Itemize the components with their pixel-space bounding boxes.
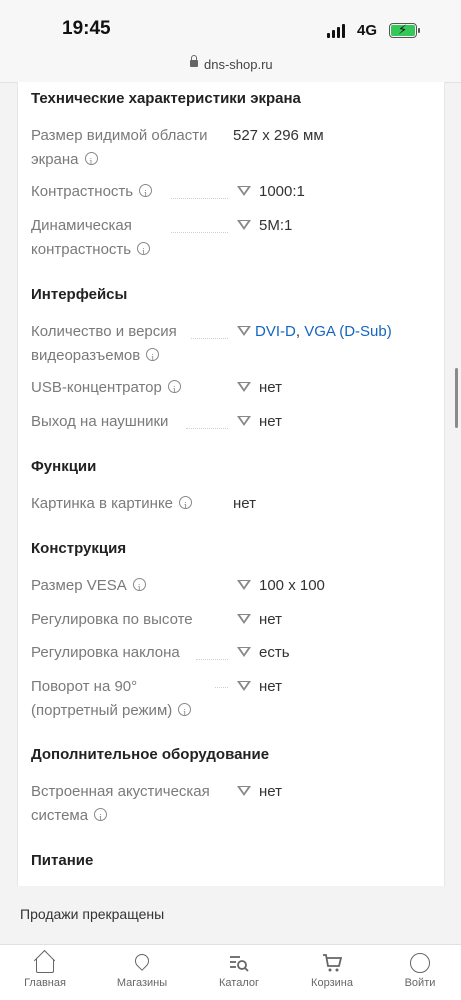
info-icon[interactable]	[178, 702, 192, 723]
battery-cap	[418, 28, 420, 33]
tab-login[interactable]: Войти	[380, 945, 460, 1000]
info-icon[interactable]	[84, 151, 98, 172]
signal-icon	[327, 24, 347, 38]
section-title-power: Питание	[31, 852, 94, 869]
spec-label: Поворот на 90° (портретный режим)	[31, 675, 221, 723]
spec-value: нет	[259, 783, 282, 800]
filter-icon[interactable]	[237, 647, 251, 657]
dotted-leader	[171, 198, 228, 199]
filter-icon[interactable]	[237, 326, 251, 336]
user-icon	[410, 953, 430, 973]
filter-icon[interactable]	[237, 382, 251, 392]
spec-value: 1000:1	[259, 183, 305, 200]
tab-cart[interactable]: Корзина	[292, 945, 372, 1000]
map-pin-icon	[132, 951, 152, 971]
dotted-leader	[196, 659, 228, 660]
filter-icon[interactable]	[237, 580, 251, 590]
filter-icon[interactable]	[237, 186, 251, 196]
filter-icon[interactable]	[237, 416, 251, 426]
battery-icon: ⚡	[389, 22, 417, 38]
spec-label: Выход на наушники	[31, 413, 169, 430]
info-icon[interactable]	[179, 495, 193, 519]
spec-value: нет	[259, 413, 282, 430]
link-dvi-d[interactable]: DVI-D	[255, 323, 296, 340]
info-icon[interactable]	[139, 183, 153, 207]
spec-value: 5M:1	[259, 217, 293, 234]
spec-label: Размер VESA	[31, 574, 221, 601]
spec-label: Встроенная акустическая система	[31, 780, 231, 831]
lock-icon	[190, 55, 198, 67]
spec-label: Регулировка по высоте	[31, 611, 193, 628]
filter-icon[interactable]	[237, 681, 251, 691]
section-title-extra-equipment: Дополнительное оборудование	[31, 746, 270, 763]
cart-icon	[323, 954, 342, 972]
dotted-leader	[171, 232, 228, 233]
section-title-functions: Функции	[31, 458, 97, 475]
catalog-search-icon	[230, 956, 249, 972]
browser-url-bar[interactable]: dns-shop.ru	[0, 52, 461, 83]
filter-icon[interactable]	[237, 786, 251, 796]
spec-label: Размер видимой области экрана	[31, 124, 221, 172]
home-icon-body	[36, 959, 54, 973]
link-vga[interactable]: VGA (D-Sub)	[304, 323, 392, 340]
info-icon[interactable]	[167, 379, 181, 403]
sales-status-text: Продажи прекращены	[20, 906, 165, 922]
info-icon[interactable]	[94, 807, 108, 831]
dotted-leader	[186, 428, 228, 429]
spec-label: Количество и версия видеоразъемов	[31, 320, 221, 368]
url-text[interactable]: dns-shop.ru	[204, 57, 273, 72]
spec-value: DVI-D, VGA (D-Sub)	[255, 323, 392, 340]
status-bar: 19:45 4G ⚡	[0, 0, 461, 52]
spec-value: нет	[233, 495, 256, 512]
specs-card: Технические характеристики экрана Размер…	[17, 82, 445, 886]
sales-status-banner: Продажи прекращены	[0, 886, 461, 944]
filter-icon[interactable]	[237, 220, 251, 230]
section-title-construction: Конструкция	[31, 540, 127, 557]
scrollbar[interactable]	[455, 368, 458, 428]
tab-label: Каталог	[219, 977, 259, 989]
network-type: 4G	[357, 22, 378, 39]
bottom-tab-bar: Главная Магазины Каталог Корзина Войти	[0, 944, 461, 1000]
dotted-leader	[215, 687, 228, 688]
spec-label: USB-концентратор	[31, 376, 221, 403]
tab-label: Магазины	[116, 977, 168, 989]
spec-value: 527 x 296 мм	[233, 127, 324, 144]
tab-catalog[interactable]: Каталог	[199, 945, 279, 1000]
info-icon[interactable]	[132, 577, 146, 601]
tab-stores[interactable]: Магазины	[102, 945, 182, 1000]
section-title-screen: Технические характеристики экрана	[31, 90, 301, 107]
spec-label: Картинка в картинке	[31, 492, 231, 519]
spec-label: Динамическая контрастность	[31, 214, 221, 262]
spec-value: нет	[259, 678, 282, 695]
status-time: 19:45	[62, 18, 111, 39]
spec-label: Контрастность	[31, 180, 221, 207]
tab-home[interactable]: Главная	[5, 945, 85, 1000]
dotted-leader	[191, 338, 228, 339]
tab-label: Корзина	[311, 977, 353, 989]
tab-label: Войти	[404, 977, 436, 989]
info-icon[interactable]	[137, 241, 151, 262]
tab-label: Главная	[24, 977, 66, 989]
spec-value: нет	[259, 611, 282, 628]
spec-value: нет	[259, 379, 282, 396]
spec-label: Регулировка наклона	[31, 644, 180, 661]
info-icon[interactable]	[146, 347, 160, 368]
filter-icon[interactable]	[237, 614, 251, 624]
spec-value: 100 x 100	[259, 577, 325, 594]
spec-value: есть	[259, 644, 290, 661]
section-title-interfaces: Интерфейсы	[31, 286, 128, 303]
